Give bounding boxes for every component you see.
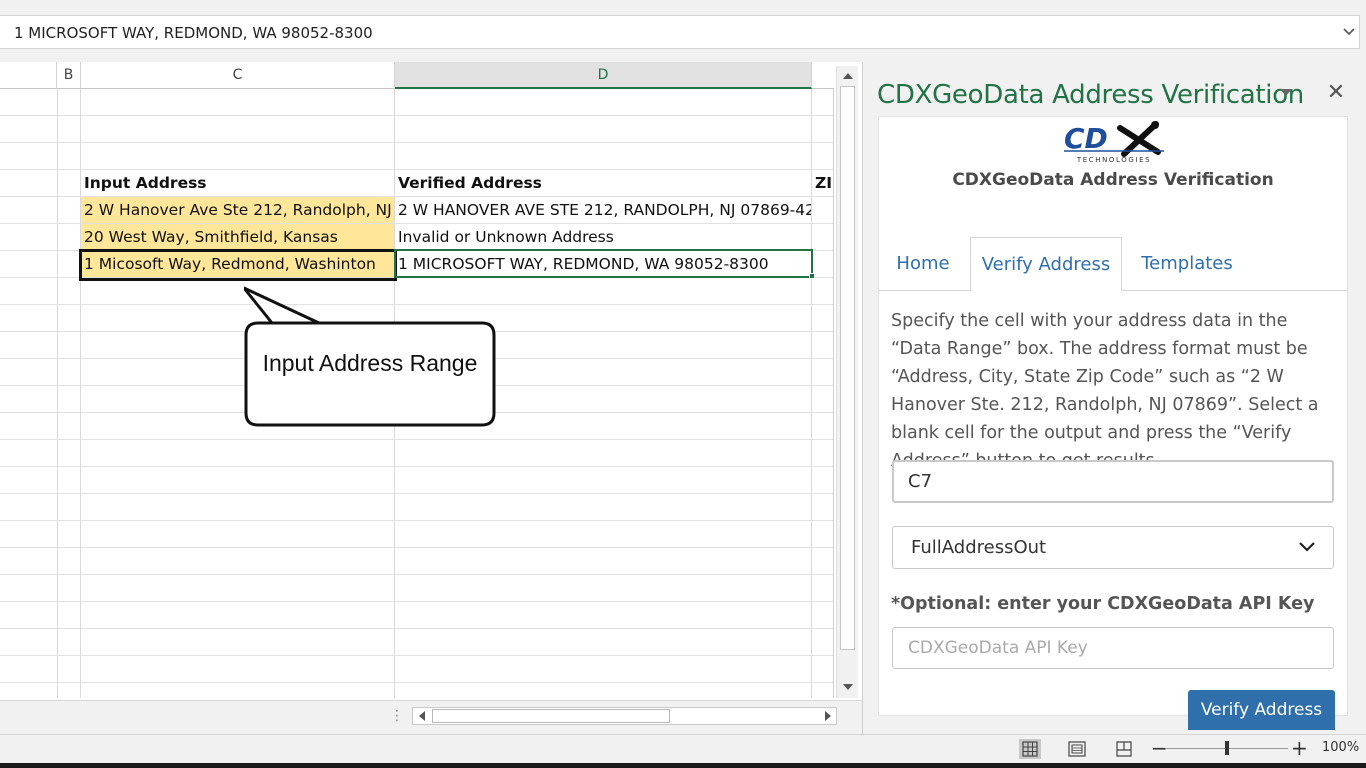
cell-c7[interactable]: 2 W Hanover Ave Ste 212, Randolph, NJ xyxy=(81,197,394,223)
zoom-level[interactable]: 100% xyxy=(1322,740,1359,755)
gridline xyxy=(0,601,833,602)
gridline xyxy=(0,655,833,656)
normal-view-icon[interactable] xyxy=(1019,739,1041,759)
cdx-logo: CD TECHNOLOGIES xyxy=(1060,120,1168,166)
cell-c8[interactable]: 20 West Way, Smithfield, Kansas xyxy=(81,224,394,250)
gridline xyxy=(0,547,833,548)
vertical-scroll-thumb[interactable] xyxy=(840,86,855,650)
fill-handle[interactable] xyxy=(809,273,815,279)
cell-c6[interactable]: Input Address xyxy=(81,170,394,196)
formula-expand-chevron-icon[interactable] xyxy=(1339,15,1359,49)
task-pane-title: CDXGeoData Address Verification xyxy=(877,80,1304,110)
tab-verify-address[interactable]: Verify Address xyxy=(970,237,1122,291)
zoom-in-button[interactable]: + xyxy=(1291,736,1308,760)
gridline xyxy=(833,89,834,698)
svg-text:TECHNOLOGIES: TECHNOLOGIES xyxy=(1076,156,1151,164)
page-layout-view-icon[interactable] xyxy=(1066,739,1088,759)
gridline xyxy=(0,439,833,440)
input-range-highlight-box xyxy=(79,249,397,281)
active-cell-border xyxy=(394,249,813,278)
column-header-c[interactable]: C xyxy=(81,62,395,89)
gridline xyxy=(0,682,833,683)
active-tab-gap xyxy=(971,290,1121,291)
tab-home[interactable]: Home xyxy=(880,237,966,291)
gridline xyxy=(0,628,833,629)
pane-options-chevron-icon[interactable] xyxy=(1277,84,1295,102)
scroll-up-arrow-icon[interactable] xyxy=(840,68,855,83)
callout-label: Input Address Range xyxy=(262,350,478,376)
page-break-view-icon[interactable] xyxy=(1113,739,1135,759)
cell-d6[interactable]: Verified Address xyxy=(395,170,811,196)
column-header-b[interactable]: B xyxy=(57,62,81,89)
data-range-input[interactable]: C7 xyxy=(892,460,1334,503)
close-icon[interactable]: ✕ xyxy=(1325,82,1347,104)
gridline xyxy=(0,520,833,521)
column-header-a[interactable] xyxy=(0,62,57,89)
cell-d8[interactable]: Invalid or Unknown Address xyxy=(395,224,811,250)
gridline xyxy=(57,89,58,698)
gridline xyxy=(0,142,833,143)
cell-d7[interactable]: 2 W HANOVER AVE STE 212, RANDOLPH, NJ 07… xyxy=(395,197,811,223)
zoom-slider-thumb[interactable] xyxy=(1225,741,1229,755)
split-handle-icon[interactable]: ⋮ xyxy=(390,707,404,725)
gridline xyxy=(0,115,833,116)
api-key-label: *Optional: enter your CDXGeoData API Key xyxy=(891,594,1315,614)
taskbar-edge xyxy=(0,763,1366,768)
gridline xyxy=(0,493,833,494)
svg-text:CD: CD xyxy=(1064,122,1108,155)
cell-e6[interactable]: ZIP xyxy=(812,170,833,196)
horizontal-scroll-thumb[interactable] xyxy=(432,709,670,723)
addin-heading: CDXGeoData Address Verification xyxy=(952,170,1274,190)
api-key-input[interactable]: CDXGeoData API Key xyxy=(892,627,1334,669)
verify-address-button[interactable]: Verify Address xyxy=(1188,690,1335,730)
scroll-left-arrow-icon[interactable] xyxy=(414,709,428,723)
gridline xyxy=(0,574,833,575)
chevron-down-icon[interactable] xyxy=(1296,538,1318,556)
column-header-e[interactable] xyxy=(812,62,834,89)
output-format-select[interactable]: FullAddressOut xyxy=(892,526,1334,569)
scroll-down-arrow-icon[interactable] xyxy=(840,680,855,695)
formula-input[interactable]: 1 MICROSOFT WAY, REDMOND, WA 98052-8300 xyxy=(0,15,1360,49)
scroll-right-arrow-icon[interactable] xyxy=(821,709,835,723)
tab-templates[interactable]: Templates xyxy=(1124,237,1250,291)
column-header-d[interactable]: D xyxy=(395,62,812,89)
instructions-text: Specify the cell with your address data … xyxy=(891,311,1319,471)
gridline xyxy=(0,466,833,467)
